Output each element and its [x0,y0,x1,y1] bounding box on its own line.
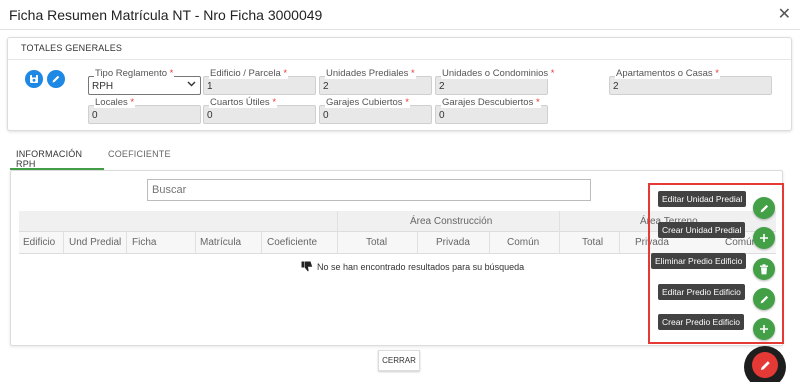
close-icon[interactable]: ✕ [778,4,791,24]
tooltip-editar-predio-edificio: Editar Predio Edificio [658,284,745,300]
tab-informacion-rph[interactable]: INFORMACIÓN RPH [16,149,82,169]
tooltip-editar-unidad-predial: Editar Unidad Predial [658,191,747,207]
tab-coeficiente[interactable]: COEFICIENTE [108,149,171,159]
column-divider [559,211,560,254]
pencil-icon [760,295,768,303]
totales-title: TOTALES GENERALES [21,43,123,53]
main-fab-button[interactable] [752,352,778,378]
pencil-icon [52,75,60,83]
tooltip-crear-unidad-predial: Crear Unidad Predial [658,222,746,238]
totales-header: TOTALES GENERALES [8,38,791,60]
edit-button[interactable] [47,70,65,88]
column-divider [417,232,418,254]
search-input[interactable] [147,179,591,201]
field-label: Apartamentos o Casas * [615,68,720,79]
column-divider [63,232,64,254]
field-label: Edificio / Parcela * [209,68,289,79]
col-construccion-privada[interactable]: Privada [436,237,470,248]
modal-title: Ficha Resumen Matrícula NT - Nro Ficha 3… [9,7,323,23]
tooltip-crear-predio-edificio: Crear Predio Edificio [658,314,744,330]
field-label: Garajes Cubiertos * [325,97,410,108]
field-label: Garajes Descubiertos * [441,97,541,108]
field-label: Locales * [94,97,136,108]
column-divider [619,232,620,254]
modal-header: Ficha Resumen Matrícula NT - Nro Ficha 3… [0,0,800,30]
eliminar-predio-edificio-button[interactable] [753,258,775,280]
col-und-predial[interactable]: Und Predial [69,237,121,248]
field-label: Tipo Reglamento * [94,68,175,79]
col-ficha[interactable]: Ficha [132,237,156,248]
plus-icon [760,234,768,242]
trash-icon [760,263,768,274]
tooltip-eliminar-predio-edificio: Eliminar Predio Edificio [651,253,747,269]
editar-unidad-predial-button[interactable] [753,197,775,219]
col-terreno-total[interactable]: Total [582,237,603,248]
column-divider [337,211,338,254]
editar-predio-edificio-button[interactable] [753,288,775,310]
plus-icon [760,325,768,333]
pencil-icon [760,204,768,212]
totales-generales-card: TOTALES GENERALES RPH Tipo Reglamento * … [7,37,792,131]
group-header-area-construccion: Área Construcción [410,216,493,227]
field-label: Cuartos Útiles * [209,97,278,108]
col-construccion-comun[interactable]: Común [507,237,539,248]
empty-message: No se han encontrado resultados para su … [317,261,525,272]
empty-state: No se han encontrado resultados para su … [301,261,524,272]
crear-predio-edificio-button[interactable] [753,318,775,340]
cerrar-button[interactable]: CERRAR [378,350,420,371]
save-button[interactable] [25,70,43,88]
col-edificio[interactable]: Edificio [23,237,55,248]
pencil-icon [760,360,770,370]
col-matricula[interactable]: Matrícula [200,237,241,248]
thumbs-down-icon [301,261,313,272]
crear-unidad-predial-button[interactable] [753,227,775,249]
tipo-reglamento-value: RPH [92,81,114,92]
col-coeficiente[interactable]: Coeficiente [267,237,317,248]
column-divider [195,232,196,254]
column-divider [261,232,262,254]
save-icon [30,75,38,83]
field-label: Unidades o Condominios * [441,68,556,79]
chevron-down-icon [187,81,196,87]
column-divider [126,232,127,254]
field-label: Unidades Prediales * [325,68,416,79]
column-divider [489,232,490,254]
col-construccion-total[interactable]: Total [366,237,387,248]
